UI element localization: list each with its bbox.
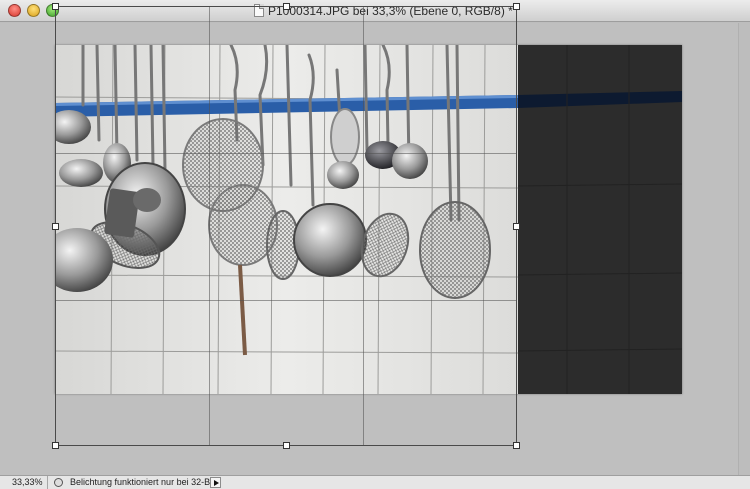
zoom-level-field[interactable]: 33,33% [0, 476, 48, 489]
crop-handle-top-left[interactable] [52, 3, 59, 10]
crop-handle-bottom-left[interactable] [52, 442, 59, 449]
minimize-window-button[interactable] [27, 4, 40, 17]
close-window-button[interactable] [8, 4, 21, 17]
clock-icon [54, 478, 63, 487]
crop-grid-line [209, 7, 210, 445]
crop-handle-bottom-right[interactable] [513, 442, 520, 449]
status-message: Belichtung funktioniert nur bei 32-Bit [70, 477, 215, 487]
crop-handle-top-right[interactable] [513, 3, 520, 10]
crop-grid-line [363, 7, 364, 445]
crop-handle-right[interactable] [513, 223, 520, 230]
crop-grid-line [56, 300, 516, 301]
crop-handle-top[interactable] [283, 3, 290, 10]
crop-box[interactable] [52, 3, 520, 449]
crop-handle-left[interactable] [52, 223, 59, 230]
vertical-scrollbar[interactable] [738, 23, 750, 475]
status-bar: 33,33% Belichtung funktioniert nur bei 3… [0, 475, 750, 489]
crop-grid-line [56, 153, 516, 154]
crop-handle-bottom[interactable] [283, 442, 290, 449]
status-menu-arrow-icon[interactable] [210, 477, 221, 488]
